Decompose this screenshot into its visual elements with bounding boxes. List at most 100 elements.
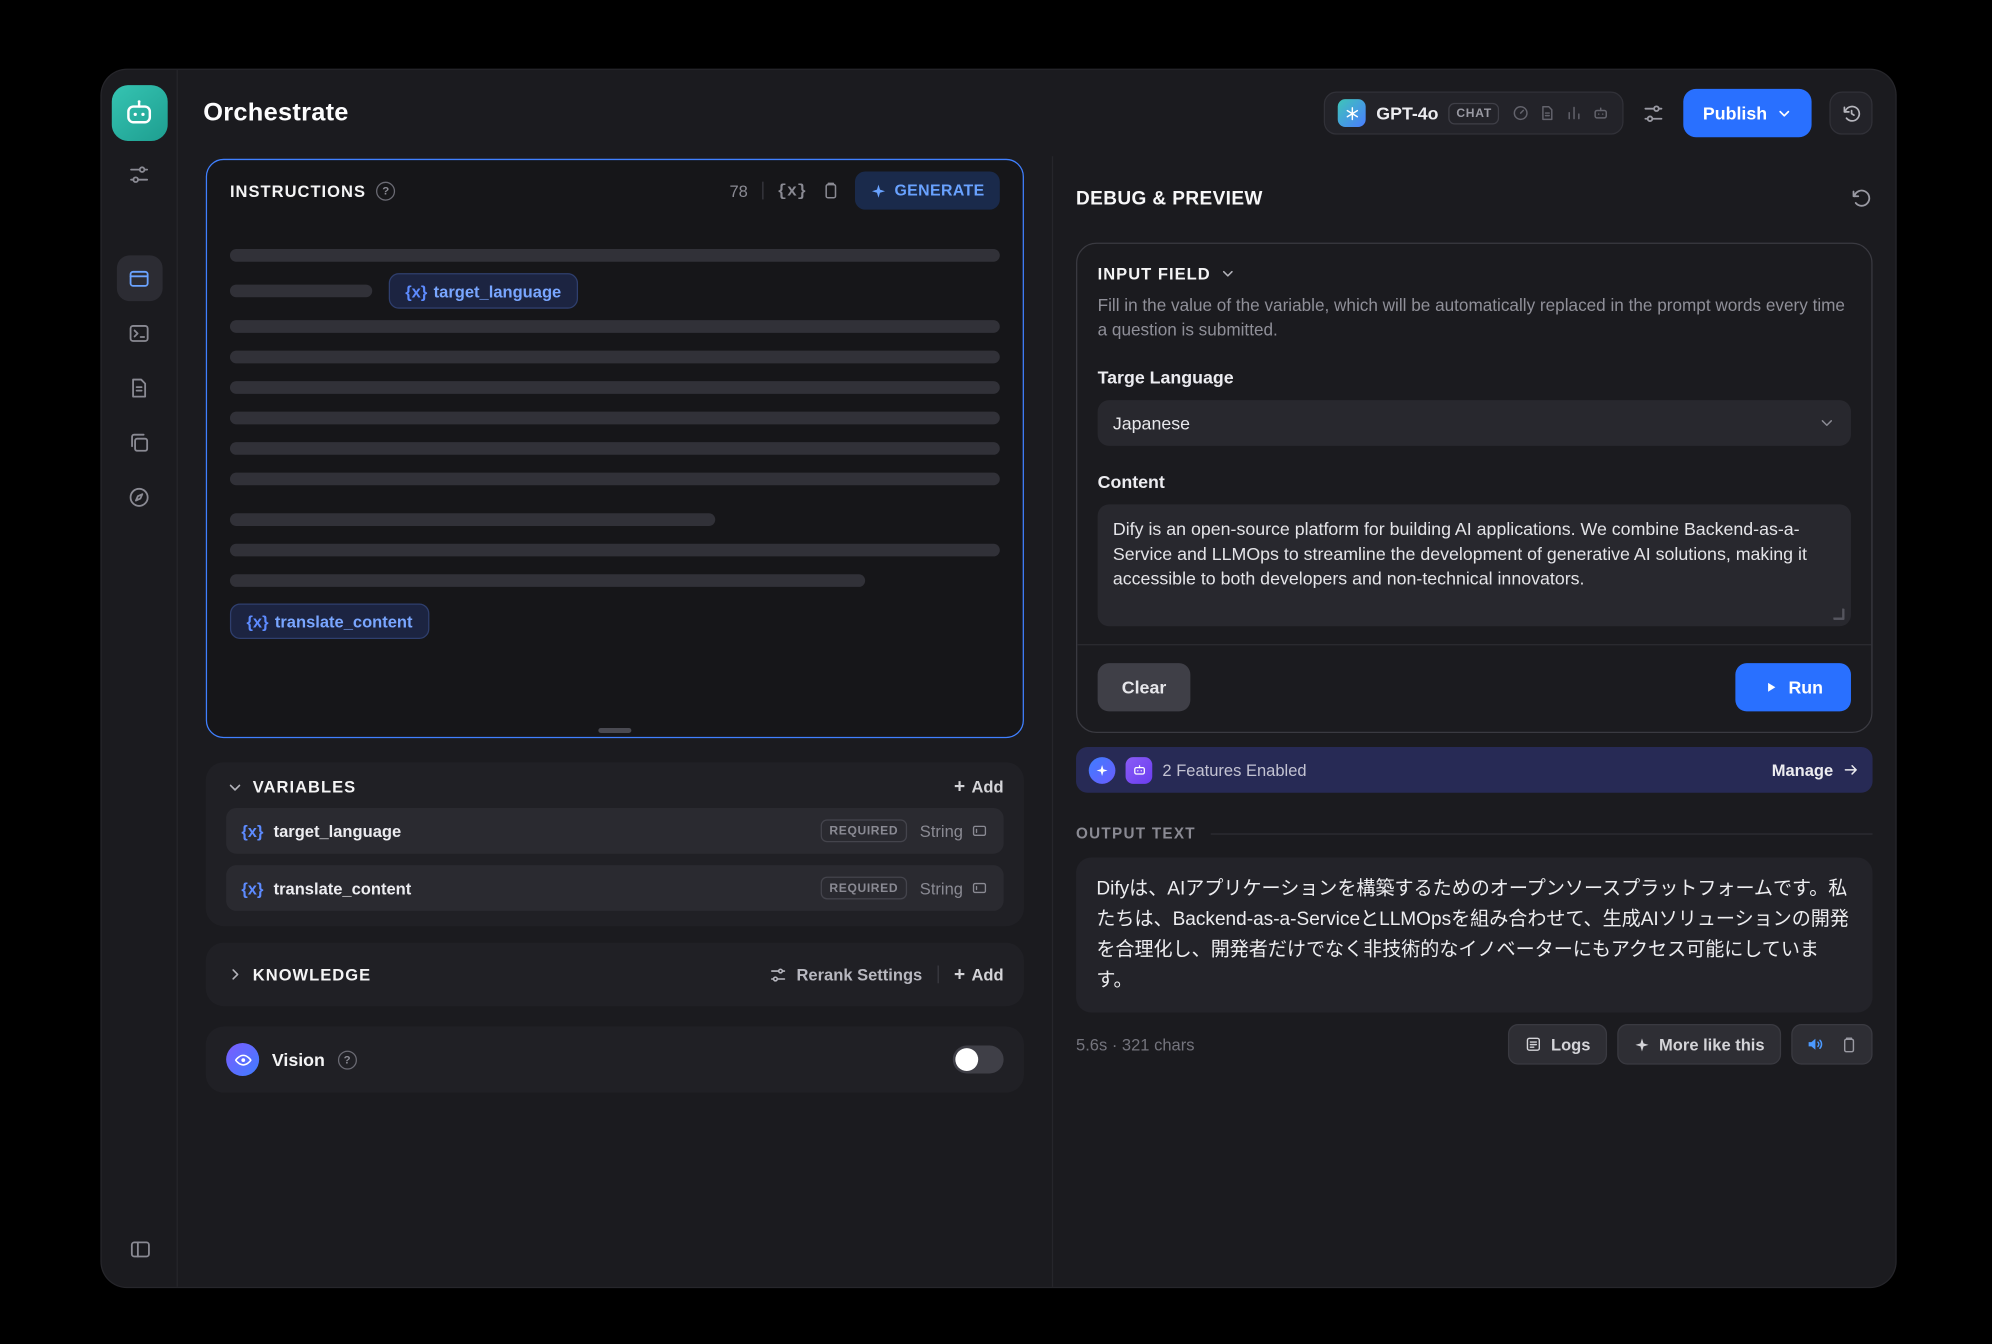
model-settings-button[interactable]	[1642, 101, 1666, 125]
manage-label: Manage	[1772, 760, 1833, 779]
clear-label: Clear	[1122, 677, 1167, 697]
sparkle-feature-icon	[1089, 757, 1116, 784]
sidebar-item-logs[interactable]	[116, 365, 162, 411]
sidebar	[102, 70, 178, 1287]
tune-icon	[1642, 101, 1666, 125]
content-textarea[interactable]: Dify is an open-source platform for buil…	[1098, 504, 1851, 626]
help-icon[interactable]: ?	[376, 181, 395, 200]
instructions-title: INSTRUCTIONS	[230, 181, 366, 200]
clipboard-icon[interactable]	[821, 180, 841, 200]
knowledge-title: KNOWLEDGE	[253, 965, 371, 984]
sidebar-item-orchestrate[interactable]	[116, 255, 162, 301]
help-icon[interactable]: ?	[338, 1050, 357, 1069]
variable-type: String	[920, 878, 989, 897]
prompt-skeleton: {x} target_language	[207, 221, 1023, 639]
features-bar: 2 Features Enabled Manage	[1076, 747, 1873, 793]
document-icon	[127, 375, 151, 399]
selected-language: Japanese	[1113, 413, 1190, 433]
header-actions: GPT-4o CHAT Publish	[1324, 89, 1872, 137]
instructions-header: INSTRUCTIONS ? 78 {x} GENERATE	[207, 160, 1023, 221]
more-like-this-button[interactable]: More like this	[1617, 1024, 1781, 1065]
orchestrate-icon	[127, 266, 151, 290]
knowledge-section: KNOWLEDGE Rerank Settings + Add	[206, 943, 1024, 1007]
app-logo[interactable]	[111, 85, 167, 141]
output-title: OUTPUT TEXT	[1076, 824, 1196, 842]
divider	[762, 182, 763, 200]
model-name: GPT-4o	[1376, 103, 1438, 123]
variables-header[interactable]: VARIABLES + Add	[226, 777, 1003, 796]
skeleton-line	[230, 285, 372, 298]
input-field-title: INPUT FIELD	[1098, 264, 1211, 283]
rerank-settings-button[interactable]: Rerank Settings	[769, 965, 923, 984]
variable-token-icon: {x}	[241, 821, 263, 840]
target-language-select[interactable]: Japanese	[1098, 400, 1851, 446]
file-icon	[1539, 104, 1557, 122]
vision-section: Vision ?	[206, 1026, 1024, 1092]
sidebar-item-tuning[interactable]	[116, 151, 162, 197]
variable-token-icon: {x}	[241, 878, 263, 897]
copy-output-button[interactable]	[1832, 1028, 1866, 1061]
variable-chip-target-language[interactable]: {x} target_language	[389, 273, 578, 309]
history-icon	[1840, 102, 1862, 124]
manage-features-button[interactable]: Manage	[1772, 760, 1860, 779]
restart-debug-button[interactable]	[1850, 187, 1873, 210]
chevron-down-icon	[226, 778, 244, 796]
panel-collapse-icon	[128, 1237, 152, 1261]
main-area: Orchestrate GPT-4o CHAT	[178, 70, 1896, 1287]
sidebar-item-annotation[interactable]	[116, 419, 162, 465]
vision-toggle[interactable]	[953, 1046, 1004, 1074]
plus-icon: +	[954, 777, 965, 796]
add-variable-button[interactable]: + Add	[954, 777, 1004, 796]
variable-row[interactable]: {x} target_language REQUIRED String	[226, 808, 1003, 854]
sidebar-item-monitoring[interactable]	[116, 474, 162, 520]
vision-eye-icon	[226, 1043, 259, 1076]
add-knowledge-button[interactable]: + Add	[954, 965, 1004, 984]
run-button[interactable]: Run	[1735, 663, 1851, 711]
resize-grip-icon[interactable]	[1833, 609, 1844, 620]
generate-label: GENERATE	[894, 182, 984, 200]
target-language-label: Targe Language	[1098, 367, 1851, 387]
variable-row[interactable]: {x} translate_content REQUIRED String	[226, 865, 1003, 911]
input-field-header[interactable]: INPUT FIELD	[1098, 264, 1851, 283]
publish-button[interactable]: Publish	[1684, 89, 1812, 137]
variable-chip-label: translate_content	[275, 612, 413, 631]
output-footer: 5.6s · 321 chars Logs More like this	[1076, 1024, 1873, 1065]
logs-button[interactable]: Logs	[1508, 1024, 1607, 1065]
logs-icon	[1524, 1035, 1542, 1053]
sidebar-item-terminal[interactable]	[116, 310, 162, 356]
bars-icon	[1566, 104, 1584, 122]
model-selector[interactable]: GPT-4o CHAT	[1324, 91, 1624, 134]
variable-token-icon[interactable]: {x}	[777, 181, 807, 200]
content-value: Dify is an open-source platform for buil…	[1113, 518, 1807, 588]
required-badge: REQUIRED	[821, 819, 908, 842]
speaker-button[interactable]	[1798, 1028, 1832, 1061]
model-param-icons	[1512, 104, 1610, 122]
output-text: Difyは、AIアプリケーションを構築するためのオープンソースプラットフォームで…	[1076, 858, 1873, 1013]
variable-chip-translate-content[interactable]: {x} translate_content	[230, 603, 429, 639]
generate-button[interactable]: GENERATE	[855, 172, 1000, 210]
content-row: INSTRUCTIONS ? 78 {x} GENERATE	[178, 156, 1896, 1287]
output-section-header: OUTPUT TEXT	[1076, 824, 1873, 842]
chevron-down-icon	[1220, 266, 1237, 283]
variable-name: target_language	[274, 821, 402, 840]
run-label: Run	[1788, 677, 1823, 697]
clear-button[interactable]: Clear	[1098, 663, 1191, 711]
vision-label: Vision	[272, 1049, 325, 1069]
debug-header: DEBUG & PREVIEW	[1076, 187, 1873, 210]
input-type-icon	[971, 879, 989, 897]
variables-section: VARIABLES + Add {x} target_language REQU…	[206, 762, 1024, 926]
knowledge-header[interactable]: KNOWLEDGE Rerank Settings + Add	[226, 965, 1003, 984]
input-card-footer: Clear Run	[1077, 644, 1871, 711]
openai-logo-icon	[1338, 99, 1366, 127]
collapse-sidebar-button[interactable]	[117, 1226, 163, 1272]
skeleton-line	[230, 442, 1000, 455]
content-label: Content	[1098, 471, 1851, 491]
app-window: Orchestrate GPT-4o CHAT	[102, 70, 1896, 1287]
output-icon-group	[1791, 1024, 1872, 1065]
resize-handle[interactable]	[598, 728, 631, 733]
logs-label: Logs	[1551, 1035, 1590, 1054]
instructions-panel[interactable]: INSTRUCTIONS ? 78 {x} GENERATE	[206, 159, 1024, 738]
compass-icon	[127, 485, 151, 509]
history-button[interactable]	[1829, 91, 1872, 134]
variable-token-icon: {x}	[405, 281, 427, 300]
